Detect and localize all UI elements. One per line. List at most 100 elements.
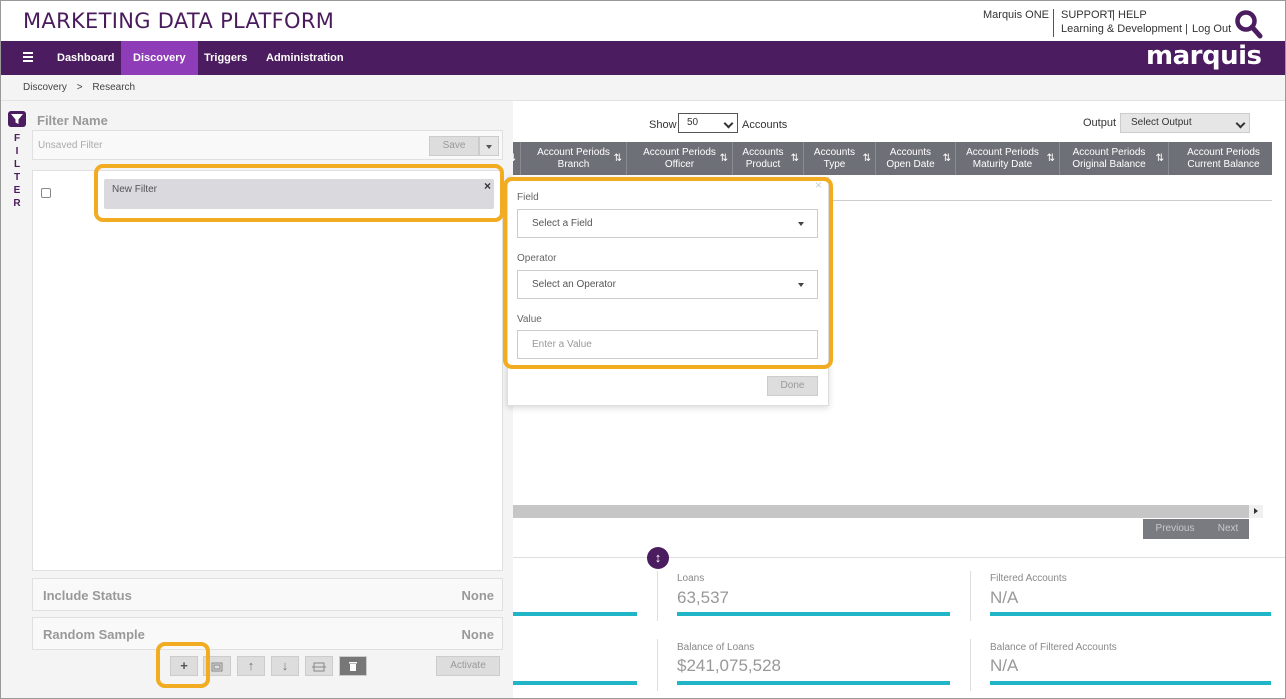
sort-icon: ⇅ (613, 153, 622, 164)
filtered-accounts-label: Filtered Accounts (990, 573, 1067, 584)
tab-letter: T (13, 172, 21, 183)
marquis-one-link[interactable]: Marquis ONE (983, 9, 1049, 21)
random-sample-label: Random Sample (43, 627, 145, 642)
column-header[interactable]: Account Periods Current Balance (1169, 142, 1272, 175)
ungroup-icon (312, 662, 326, 672)
ungroup-filter-button[interactable] (305, 656, 333, 676)
done-button[interactable]: Done (767, 376, 818, 396)
sort-icon: ⇅ (719, 153, 728, 164)
breadcrumb: Discovery > Research (0, 75, 1286, 101)
new-filter-item[interactable]: New Filter × (104, 179, 494, 209)
random-sample-row[interactable]: Random Sample None (32, 617, 503, 650)
brand-logo: marquis (1146, 41, 1262, 71)
filter-name-row: Unsaved Filter Save (32, 130, 503, 160)
balance-filtered-label: Balance of Filtered Accounts (990, 642, 1117, 653)
page-size-select[interactable]: 50 (678, 113, 738, 133)
previous-page-button[interactable]: Previous (1143, 519, 1207, 539)
close-popup-icon[interactable]: × (815, 178, 822, 192)
column-header[interactable]: Account Periods Maturity Date ⇅ (956, 142, 1060, 175)
add-filter-button[interactable]: + (170, 656, 198, 676)
filter-list: New Filter × (32, 170, 503, 571)
tab-letter: L (13, 159, 21, 170)
loans-value: 63,537 (677, 588, 729, 607)
nav-dashboard[interactable]: Dashboard (45, 41, 126, 75)
filter-vertical-tab[interactable]: F I L T E R (0, 101, 32, 699)
funnel-icon (8, 111, 26, 127)
nav-triggers[interactable]: Triggers (192, 41, 259, 75)
resize-handle-icon[interactable]: ↕ (647, 547, 669, 569)
field-label: Field (517, 192, 539, 203)
log-out-link[interactable]: Log Out (1192, 23, 1231, 35)
column-header[interactable]: Accounts Product ⇅ (733, 142, 804, 175)
column-header-partial[interactable]: ⇅ (513, 142, 521, 175)
nav-administration[interactable]: Administration (254, 41, 356, 75)
column-header[interactable]: Accounts Type ⇅ (804, 142, 876, 175)
move-up-button[interactable]: ↑ (237, 656, 265, 676)
scroll-right-arrow-icon[interactable] (1249, 505, 1263, 518)
help-link[interactable]: HELP (1118, 9, 1147, 21)
include-status-value: None (461, 588, 495, 603)
horizontal-scrollbar[interactable] (513, 505, 1263, 518)
filter-tab-label: F I L T E R (13, 132, 21, 210)
stat-separator (657, 571, 658, 621)
delete-filter-button[interactable] (339, 656, 367, 676)
tab-letter: R (13, 198, 21, 209)
support-link[interactable]: SUPPORT (1061, 9, 1114, 21)
learning-development-link[interactable]: Learning & Development (1061, 23, 1182, 35)
field-select-value: Select a Field (532, 218, 593, 229)
stat-separator (970, 571, 971, 621)
column-title: Account Periods (537, 147, 610, 158)
output-select[interactable]: Select Output (1120, 113, 1250, 133)
column-header[interactable]: Account Periods Branch ⇅ (521, 142, 627, 175)
trash-icon (349, 662, 357, 671)
caret-down-icon (798, 222, 804, 226)
include-status-row[interactable]: Include Status None (32, 578, 503, 611)
value-label: Value (517, 314, 542, 325)
show-label: Show (649, 119, 677, 131)
column-subtitle: Officer (664, 159, 695, 170)
new-filter-label: New Filter (112, 184, 158, 195)
operator-label: Operator (517, 253, 557, 264)
tab-letter: E (13, 185, 21, 196)
group-filter-button[interactable] (203, 656, 231, 676)
filter-editor-popup: × Field Select a Field Operator Select a… (507, 177, 829, 406)
nav-discovery[interactable]: Discovery (121, 41, 198, 75)
column-title: Account Periods (1187, 147, 1260, 158)
filter-select-checkbox[interactable] (41, 188, 51, 198)
top-header: MARKETING DATA PLATFORM Marquis ONE SUPP… (0, 0, 1286, 41)
sort-icon: ⇅ (1155, 153, 1164, 164)
column-subtitle: Original Balance (1072, 159, 1146, 170)
stat-separator (657, 639, 658, 691)
balance-filtered-value: N/A (990, 656, 1019, 675)
remove-filter-icon[interactable]: × (484, 179, 491, 193)
balance-filtered-bar (990, 681, 1271, 685)
accounts-label: Accounts (742, 119, 788, 131)
activate-button[interactable]: Activate (436, 656, 500, 676)
balance-of-loans-bar (677, 681, 950, 685)
operator-select[interactable]: Select an Operator (517, 270, 818, 299)
next-page-button[interactable]: Next (1207, 519, 1249, 539)
filtered-accounts-value: N/A (990, 588, 1019, 607)
sort-icon: ⇅ (942, 153, 951, 164)
column-header[interactable]: Accounts Open Date ⇅ (876, 142, 956, 175)
output-value: Select Output (1131, 117, 1192, 128)
column-header[interactable]: Account Periods Officer ⇅ (627, 142, 733, 175)
filtered-accounts-bar (990, 612, 1271, 616)
column-title: Account Periods (643, 147, 716, 158)
chevron-down-icon (723, 118, 734, 129)
save-button[interactable]: Save (429, 136, 479, 156)
filter-name-input[interactable]: Unsaved Filter (38, 140, 102, 151)
magnifier-icon[interactable] (1234, 9, 1264, 39)
hamburger-menu-icon[interactable] (23, 52, 33, 62)
save-options-dropdown[interactable] (479, 136, 499, 156)
move-down-button[interactable]: ↓ (271, 656, 299, 676)
learning-logout-divider: | (1185, 23, 1188, 35)
group-icon (211, 662, 223, 672)
support-help-divider: | (1112, 9, 1115, 21)
value-input[interactable]: Enter a Value (517, 330, 818, 359)
column-header[interactable]: Account Periods Original Balance ⇅ (1060, 142, 1169, 175)
loans-label: Loans (677, 573, 705, 584)
breadcrumb-discovery[interactable]: Discovery (23, 82, 67, 93)
field-select[interactable]: Select a Field (517, 209, 818, 238)
tab-letter: I (15, 146, 19, 157)
